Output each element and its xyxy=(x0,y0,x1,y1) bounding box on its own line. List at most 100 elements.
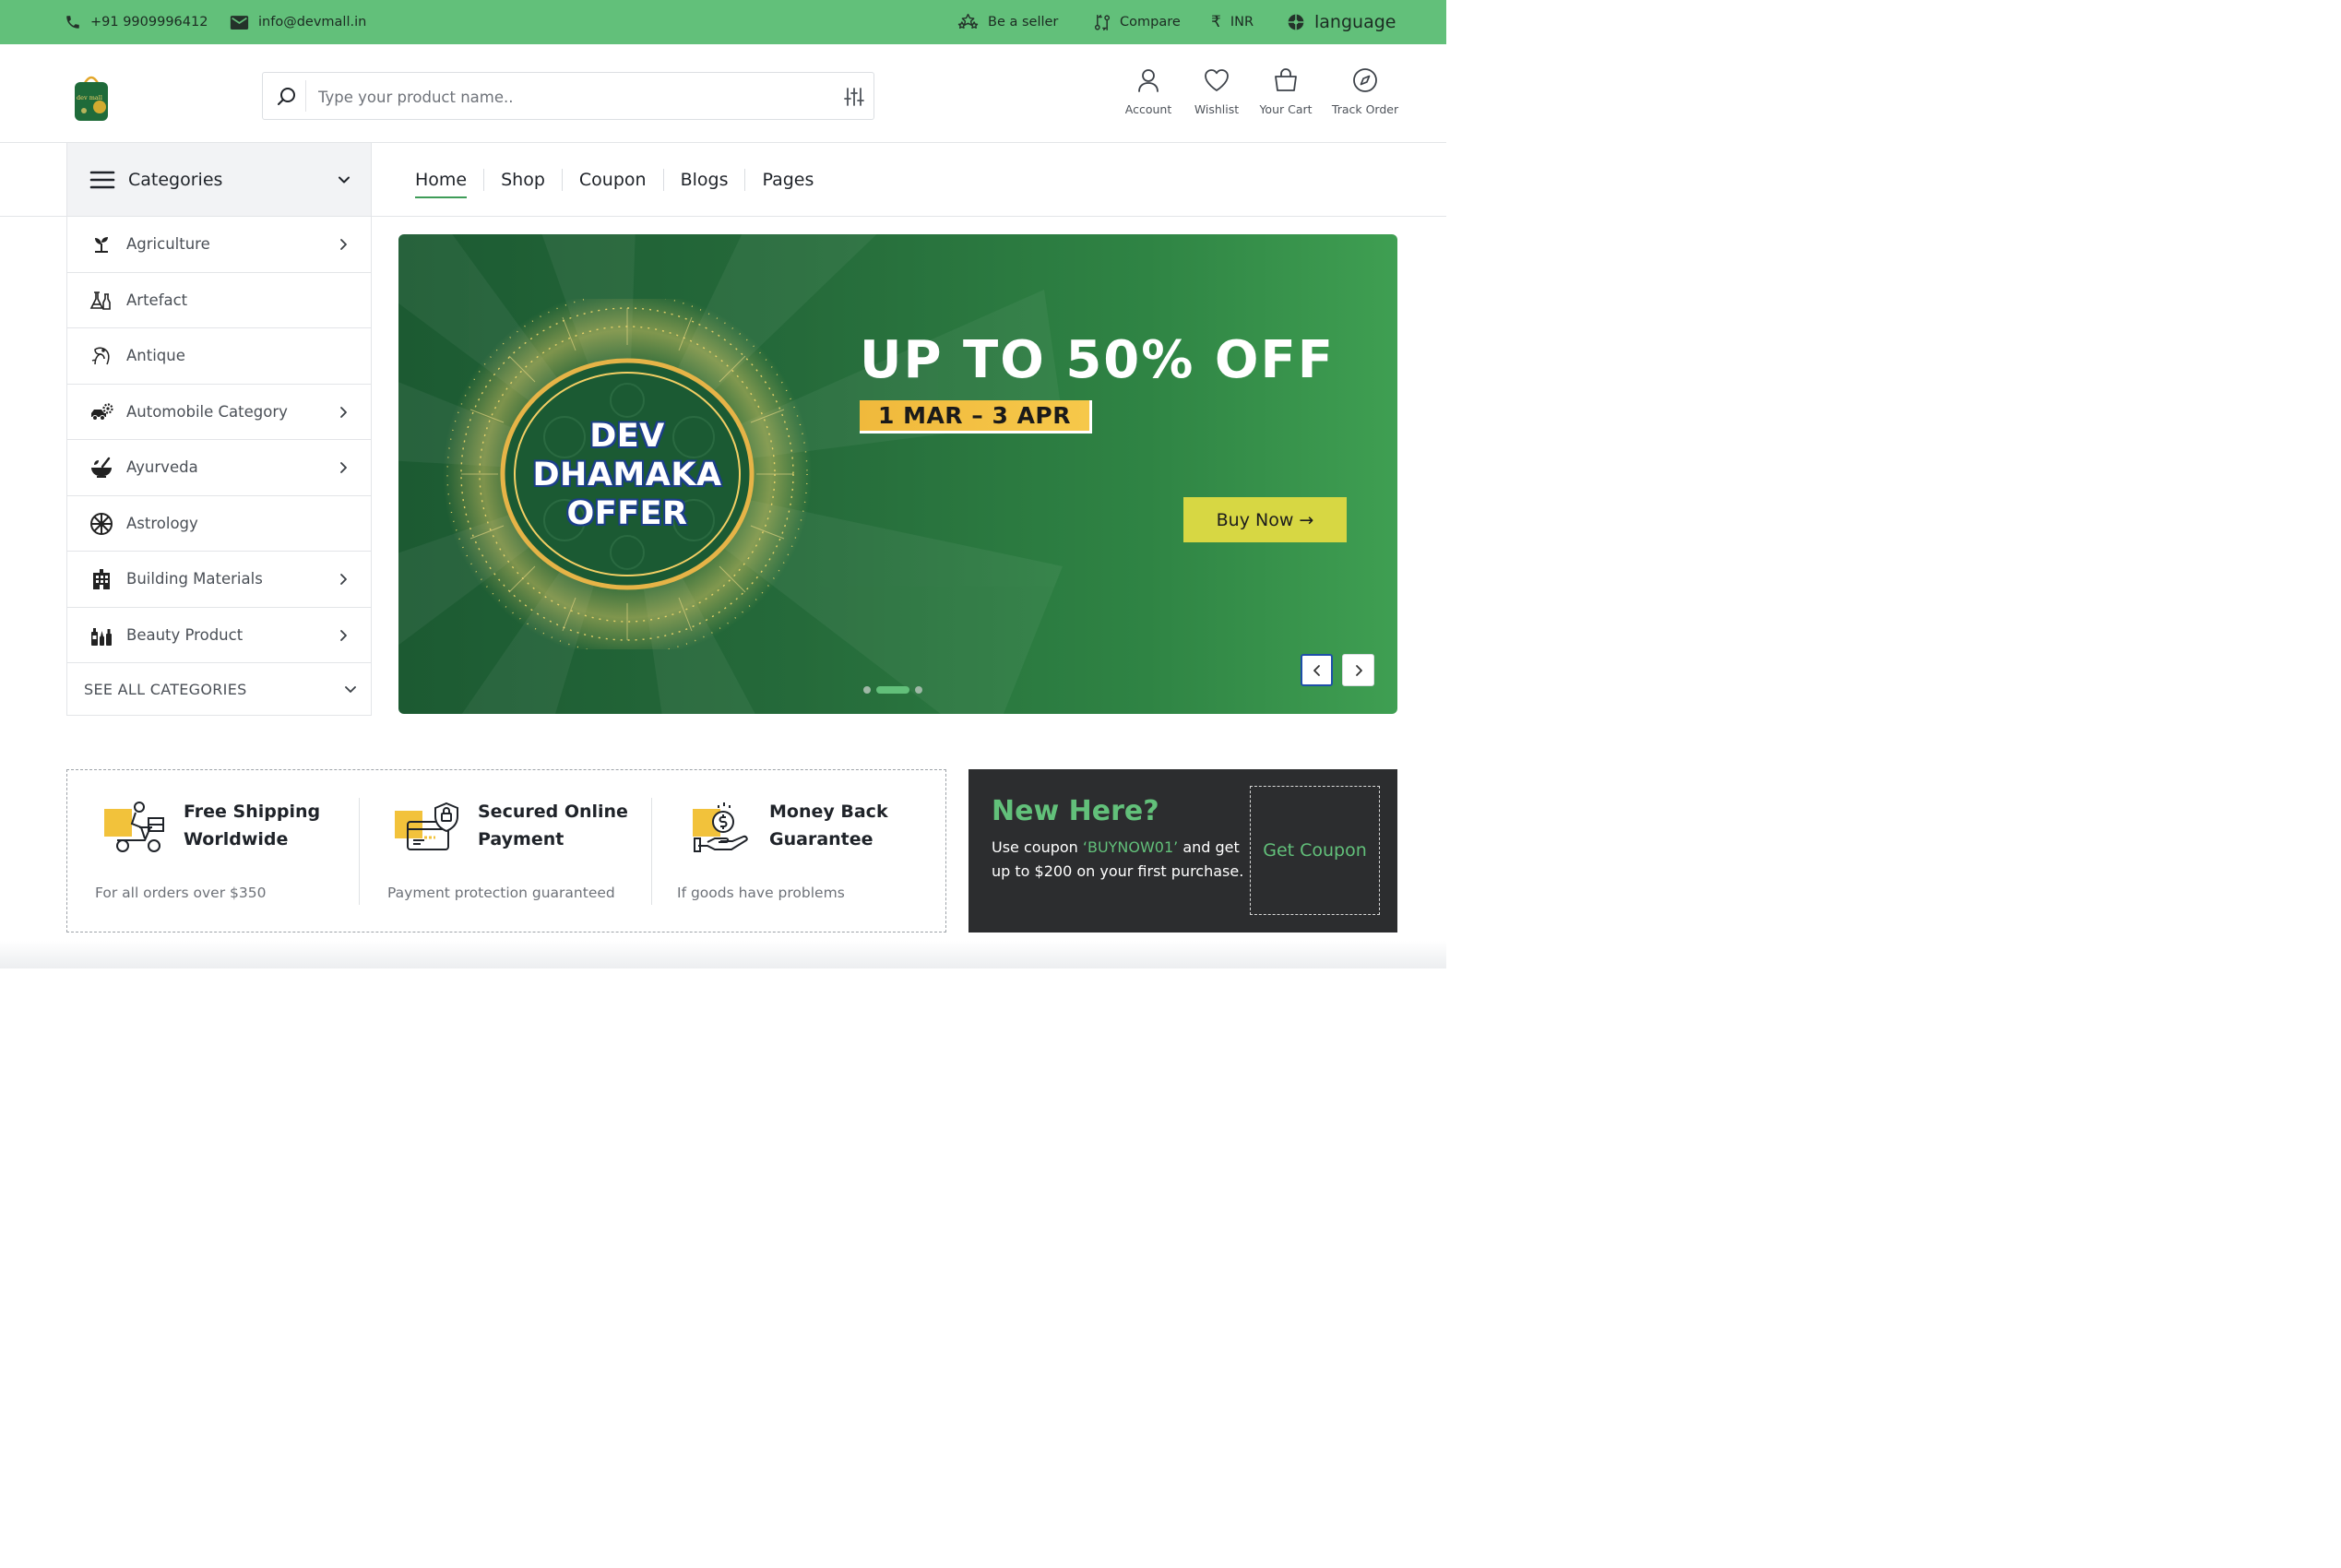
be-a-seller-label: Be a seller xyxy=(988,14,1059,30)
currency-selector[interactable]: ₹ INR xyxy=(1211,0,1254,44)
get-coupon-button[interactable]: Get Coupon xyxy=(1250,786,1380,915)
car-gear-icon xyxy=(89,400,113,424)
feature-secured-payment: Secured Online Payment Payment protectio… xyxy=(387,798,662,907)
be-a-seller-link[interactable]: Be a seller xyxy=(957,0,1058,44)
coupon-text-before: Use coupon xyxy=(992,838,1083,856)
email-contact[interactable]: info@devmall.in xyxy=(230,0,366,44)
astrology-wheel-icon xyxy=(89,512,113,536)
nav-home[interactable]: Home xyxy=(406,169,483,198)
slide-dot-3[interactable] xyxy=(915,686,922,694)
page-bottom-fade xyxy=(0,941,1446,968)
feature-title-line-1: Money Back xyxy=(769,802,888,822)
site-header: dev mall Account Wishlist Your Cart Trac xyxy=(0,44,1446,143)
slider-next-button[interactable] xyxy=(1342,654,1374,686)
feature-description: For all orders over $350 xyxy=(95,885,267,901)
feature-description: Payment protection guaranteed xyxy=(387,885,615,901)
slide-dot-2[interactable] xyxy=(876,686,909,694)
mortar-icon xyxy=(89,456,113,480)
nav-shop[interactable]: Shop xyxy=(483,169,562,191)
category-item-antique[interactable]: Antique xyxy=(67,328,371,385)
categories-label: Categories xyxy=(128,169,223,190)
wishlist-label: Wishlist xyxy=(1194,102,1240,116)
slider-prev-button[interactable] xyxy=(1301,654,1333,686)
main-menu: Home Shop Coupon Blogs Pages xyxy=(406,143,830,217)
chevron-right-icon xyxy=(1352,664,1365,677)
chevron-right-icon xyxy=(336,572,351,587)
bag-icon xyxy=(1272,66,1300,94)
category-item-building-materials[interactable]: Building Materials xyxy=(67,552,371,608)
compare-icon xyxy=(1094,14,1111,31)
feature-title-line-2: Guarantee xyxy=(769,829,873,849)
track-order-button[interactable]: Track Order xyxy=(1324,66,1407,116)
category-item-astrology[interactable]: Astrology xyxy=(67,496,371,552)
buy-now-button[interactable]: Buy Now → xyxy=(1183,497,1347,542)
stars-icon xyxy=(957,13,979,31)
feature-title-line-2: Payment xyxy=(478,829,564,849)
slide-dot-1[interactable] xyxy=(863,686,871,694)
hero-banner: DEV DHAMAKA OFFER UP TO 50% OFF 1 MAR – … xyxy=(398,234,1397,714)
category-item-artefact[interactable]: Artefact xyxy=(67,273,371,328)
antique-horse-icon xyxy=(89,344,113,368)
user-icon xyxy=(1135,66,1162,94)
account-label: Account xyxy=(1124,102,1172,116)
cosmetics-icon xyxy=(89,624,113,647)
category-list: Agriculture Artefact Antique Automobile … xyxy=(66,217,372,716)
cart-button[interactable]: Your Cart xyxy=(1244,66,1327,116)
devmall-logo[interactable]: dev mall xyxy=(74,74,109,122)
building-icon xyxy=(89,567,113,591)
compare-link[interactable]: Compare xyxy=(1094,0,1181,44)
language-selector[interactable]: language xyxy=(1287,0,1396,44)
chevron-right-icon xyxy=(336,628,351,643)
search-icon[interactable] xyxy=(276,86,298,108)
track-order-label: Track Order xyxy=(1331,102,1399,116)
nav-pages[interactable]: Pages xyxy=(744,169,830,191)
phone-icon xyxy=(65,14,81,30)
feature-title: Free Shipping Worldwide xyxy=(184,798,320,853)
compare-label: Compare xyxy=(1120,14,1181,30)
offer-line-1: DEV xyxy=(589,418,665,455)
nav-coupon[interactable]: Coupon xyxy=(561,169,663,191)
nav-blogs[interactable]: Blogs xyxy=(662,169,745,191)
delivery-scooter-icon xyxy=(102,800,171,857)
phone-contact[interactable]: +91 9909996412 xyxy=(65,0,208,44)
coupon-text: Use coupon ‘BUYNOW01’ and get up to $200… xyxy=(992,836,1259,884)
features-strip: Free Shipping Worldwide For all orders o… xyxy=(66,769,946,932)
chevron-right-icon xyxy=(336,237,351,252)
offer-title: DEV DHAMAKA OFFER xyxy=(426,417,828,533)
logo-text: dev mall xyxy=(77,94,102,101)
feature-title-line-1: Secured Online xyxy=(478,802,628,822)
hamburger-icon xyxy=(89,170,115,190)
feature-divider xyxy=(359,798,360,905)
feature-free-shipping: Free Shipping Worldwide For all orders o… xyxy=(95,798,370,907)
categories-toggle[interactable]: Categories xyxy=(66,143,372,217)
compass-icon xyxy=(1351,66,1379,94)
discount-headline: UP TO 50% OFF xyxy=(860,330,1335,390)
feature-title: Secured Online Payment xyxy=(478,798,628,853)
email-address: info@devmall.in xyxy=(258,14,367,30)
search-divider xyxy=(305,80,306,112)
chevron-down-icon xyxy=(336,172,352,188)
offer-line-2: DHAMAKA xyxy=(532,457,722,493)
category-item-agriculture[interactable]: Agriculture xyxy=(67,217,371,273)
see-all-categories-button[interactable]: SEE ALL CATEGORIES xyxy=(67,663,371,715)
sprout-icon xyxy=(89,232,113,256)
category-label: Beauty Product xyxy=(126,625,244,644)
filter-sliders-icon[interactable] xyxy=(842,85,866,109)
chevron-down-icon xyxy=(343,682,358,696)
category-label: Artefact xyxy=(126,291,188,309)
category-label: Ayurveda xyxy=(126,458,198,477)
language-label: language xyxy=(1314,11,1396,32)
category-label: Antique xyxy=(126,347,185,365)
category-item-ayurveda[interactable]: Ayurveda xyxy=(67,440,371,496)
search-input[interactable] xyxy=(318,82,816,112)
chevron-right-icon xyxy=(336,405,351,420)
category-label: Astrology xyxy=(126,514,198,532)
aperture-icon xyxy=(1287,13,1305,31)
chevron-left-icon xyxy=(1311,664,1324,677)
category-label: Automobile Category xyxy=(126,402,288,421)
offer-dates-badge: 1 MAR – 3 APR xyxy=(860,400,1092,434)
money-back-icon xyxy=(691,800,759,857)
category-item-beauty-product[interactable]: Beauty Product xyxy=(67,608,371,663)
secure-card-icon xyxy=(395,800,463,857)
category-item-automobile[interactable]: Automobile Category xyxy=(67,385,371,440)
